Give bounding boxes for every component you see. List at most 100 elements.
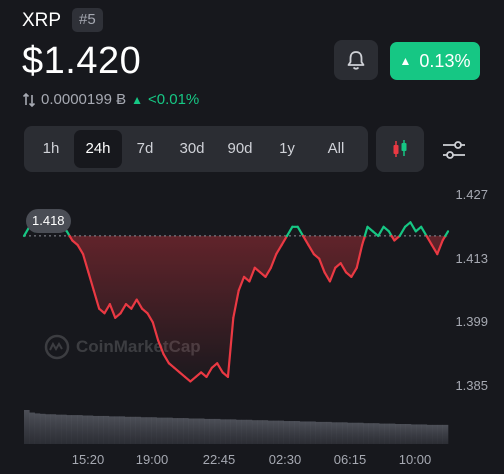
price-change-badge: ▲ 0.13%: [390, 42, 480, 80]
volume-bar: [114, 416, 120, 444]
price-line-segment: [444, 230, 450, 238]
volume-bar: [188, 418, 194, 444]
volume-bar: [151, 417, 157, 444]
volume-bar: [230, 419, 237, 444]
volume-bar: [400, 424, 406, 444]
volume-bar: [432, 424, 438, 444]
price-alert-button[interactable]: [334, 40, 378, 80]
volume-bar: [331, 422, 337, 444]
volume-bar: [299, 421, 306, 444]
range-tab-1y[interactable]: 1y: [264, 130, 310, 168]
volume-bar: [71, 415, 78, 444]
price-line-segment: [296, 225, 305, 238]
volume-bar: [357, 422, 364, 444]
volume-bar: [66, 415, 72, 444]
time-range-selector: 1h 24h 7d 30d 90d 1y All: [24, 126, 368, 172]
volume-bar: [320, 421, 327, 444]
volume-bar: [262, 420, 269, 444]
volume-bar: [55, 414, 62, 444]
volume-bar: [103, 415, 110, 444]
volume-bar: [294, 421, 300, 444]
volume-bar: [124, 416, 131, 444]
volume-bar: [278, 420, 284, 444]
volume-bar: [225, 419, 231, 444]
volume-bar: [267, 420, 274, 444]
volume-bar: [214, 418, 221, 444]
price-line-segment: [420, 225, 428, 238]
volume-bar: [87, 415, 94, 444]
price-line-segment: [398, 225, 407, 238]
volume-bar: [347, 422, 353, 444]
price-line-segment: [285, 225, 294, 238]
volume-bar: [98, 415, 104, 444]
sliders-icon: [443, 141, 465, 159]
volume-bar: [304, 421, 311, 444]
volume-bar: [410, 424, 417, 444]
volume-bar: [92, 415, 99, 444]
volume-bar: [39, 413, 46, 444]
volume-bar: [204, 418, 210, 444]
range-tab-90d[interactable]: 90d: [216, 130, 264, 168]
btc-price-row: 0.0000199 Ƀ ▲ <0.01%: [22, 91, 199, 108]
volume-bar: [172, 418, 178, 444]
volume-bar: [24, 410, 30, 444]
volume-bar: [140, 417, 147, 444]
volume-bar: [251, 420, 258, 444]
price-line-segment: [409, 221, 417, 233]
chart-settings-button[interactable]: [440, 136, 468, 164]
price-line-segment: [363, 225, 369, 238]
volume-bar: [326, 421, 332, 444]
volume-bar: [442, 424, 449, 444]
price-chart[interactable]: [0, 180, 504, 450]
volume-bar: [437, 424, 443, 444]
range-tab-1h[interactable]: 1h: [28, 130, 74, 168]
volume-bar: [177, 418, 184, 444]
x-tick-label: 15:20: [71, 452, 105, 467]
up-triangle-icon: ▲: [399, 54, 412, 68]
current-price: $1.420: [22, 40, 142, 82]
volume-bar: [342, 422, 348, 444]
volume-bar: [130, 416, 136, 444]
volume-bar: [135, 416, 141, 444]
volume-bar: [50, 414, 57, 444]
volume-bar: [161, 417, 168, 444]
volume-bar: [310, 421, 316, 444]
volume-bar: [209, 418, 216, 444]
x-tick-label: 22:45: [202, 452, 236, 467]
volume-bar: [373, 423, 380, 444]
swap-arrows-icon: [22, 92, 36, 107]
volume-bar: [336, 422, 343, 444]
volume-bar: [183, 418, 189, 444]
coin-name: XRP: [22, 10, 62, 31]
x-tick-label: 02:30: [268, 452, 302, 467]
volume-bar: [198, 418, 205, 444]
volume-bar: [246, 419, 253, 444]
volume-bar: [363, 423, 369, 444]
y-tick-label: 1.385: [455, 378, 488, 393]
rank-badge: #5: [72, 8, 103, 32]
volume-bar: [61, 414, 67, 444]
volume-bar: [283, 421, 290, 444]
volume-bar: [236, 419, 242, 444]
btc-price: 0.0000199 Ƀ: [41, 91, 127, 108]
volume-bar: [368, 423, 375, 444]
y-tick-label: 1.399: [455, 314, 488, 330]
volume-bar: [108, 416, 115, 444]
volume-bar: [389, 423, 396, 444]
volume-bar: [119, 416, 125, 444]
candlestick-icon: [393, 140, 407, 157]
volume-bar: [395, 424, 401, 444]
candlestick-toggle-button[interactable]: [376, 126, 424, 172]
volume-bar: [352, 422, 359, 444]
range-tab-24h[interactable]: 24h: [74, 130, 122, 168]
range-tab-30d[interactable]: 30d: [168, 130, 216, 168]
y-tick-label: 1.413: [455, 250, 488, 266]
volume-bar: [220, 419, 226, 444]
range-tab-7d[interactable]: 7d: [122, 130, 168, 168]
volume-bar: [45, 414, 51, 444]
volume-bar: [29, 412, 35, 444]
volume-bar: [145, 417, 152, 444]
range-tab-all[interactable]: All: [310, 130, 362, 168]
volume-bar: [193, 418, 200, 444]
y-tick-label: 1.427: [455, 187, 488, 202]
